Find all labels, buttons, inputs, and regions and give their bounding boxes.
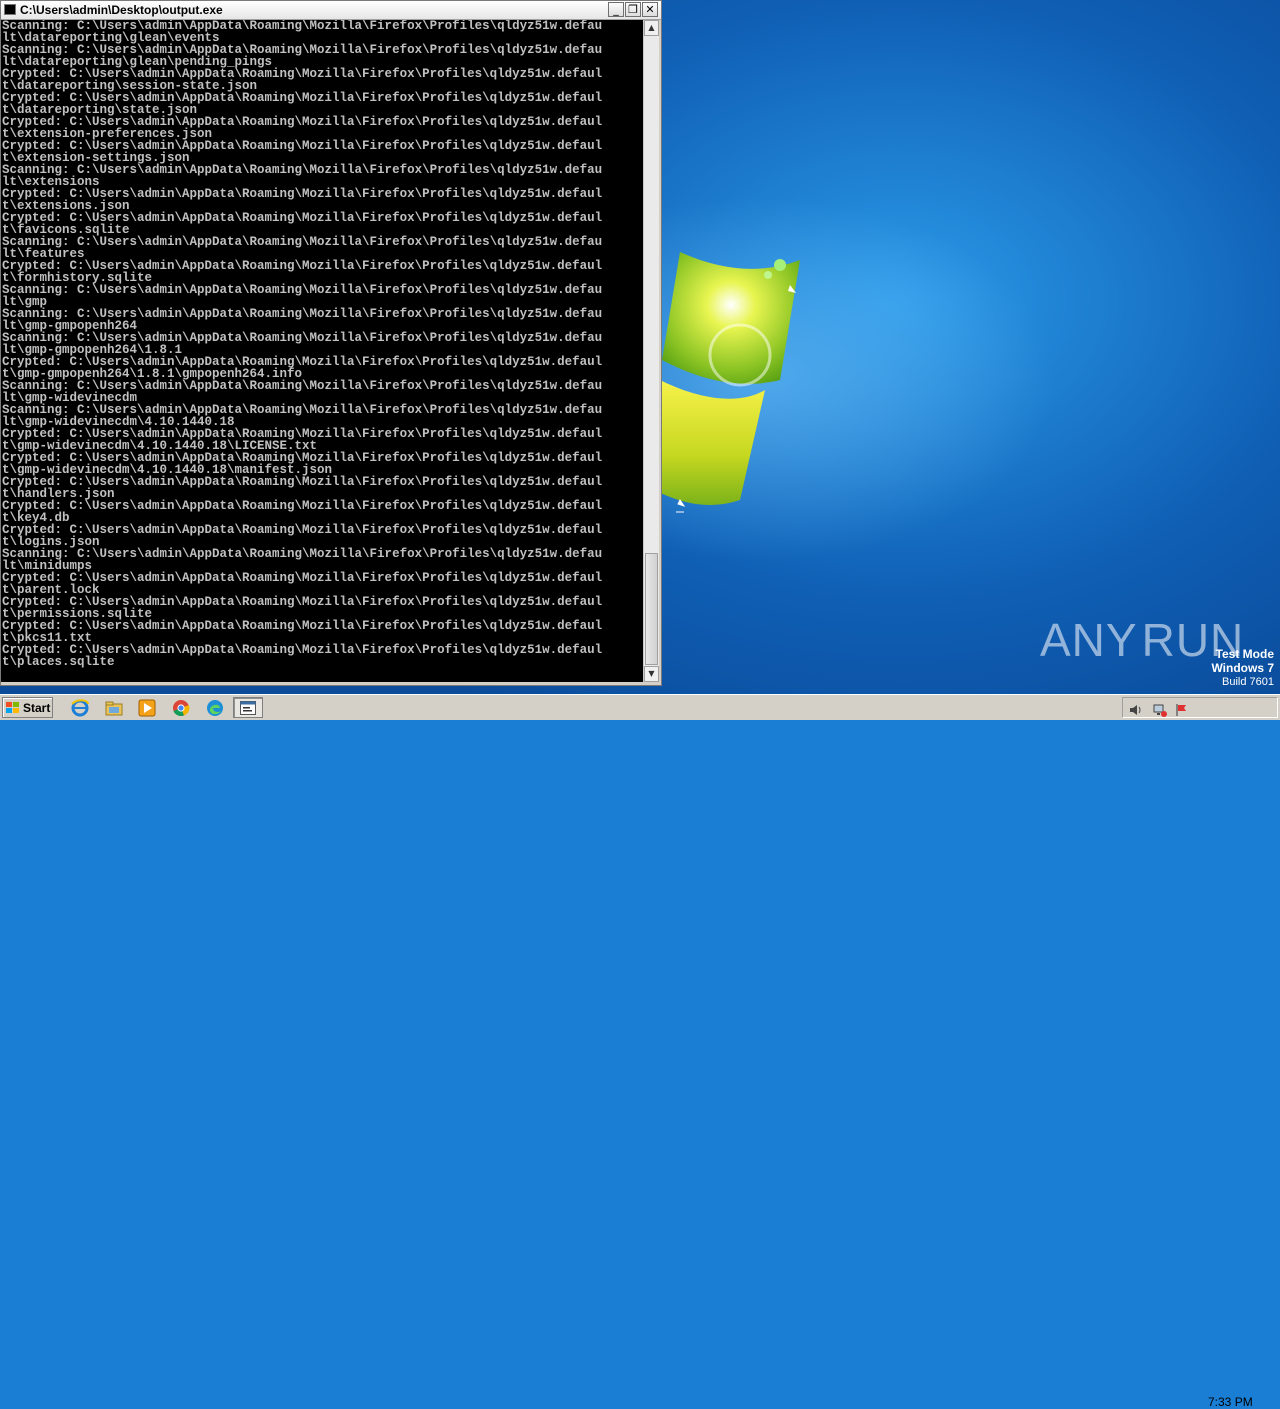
console-app-icon (240, 701, 256, 715)
console-output-text: Scanning: C:\Users\admin\AppData\Roaming… (1, 20, 643, 668)
window-titlebar[interactable]: C:\Users\admin\Desktop\output.exe _ ❐ ✕ (1, 1, 661, 20)
scroll-up-arrow[interactable]: ▲ (644, 20, 659, 36)
console-line: Scanning: C:\Users\admin\AppData\Roaming… (2, 235, 603, 249)
minimize-button[interactable]: _ (608, 2, 624, 17)
os-name-label: Windows 7 (1211, 661, 1274, 675)
start-button[interactable]: Start (2, 697, 53, 718)
explorer-folder-icon[interactable] (104, 698, 124, 718)
taskbar: Start 7:33 PM (0, 694, 1280, 1409)
console-line: Crypted: C:\Users\admin\AppData\Roaming\… (2, 499, 603, 513)
window-title: C:\Users\admin\Desktop\output.exe (20, 3, 223, 17)
vertical-scrollbar[interactable]: ▲ ▼ (643, 20, 659, 682)
taskbar-clock[interactable]: 7:33 PM (1208, 1395, 1253, 1409)
edge-icon[interactable] (205, 698, 225, 718)
windows-flag-icon (6, 701, 20, 714)
test-mode-notice: Test Mode Windows 7 Build 7601 (1211, 647, 1274, 689)
console-line: Scanning: C:\Users\admin\AppData\Roaming… (2, 547, 603, 561)
close-button[interactable]: ✕ (642, 2, 658, 17)
windows-wallpaper-logo (645, 252, 800, 513)
build-label: Build 7601 (1222, 676, 1274, 688)
test-mode-label: Test Mode (1215, 647, 1274, 661)
taskbar-console-button[interactable] (233, 697, 263, 718)
console-line: t\places.sqlite (2, 655, 115, 669)
ie-icon[interactable] (70, 698, 90, 718)
scrollbar-thumb[interactable] (645, 553, 658, 665)
console-output-area[interactable]: Scanning: C:\Users\admin\AppData\Roaming… (1, 20, 643, 682)
chrome-icon[interactable] (171, 698, 191, 718)
system-tray (1122, 697, 1278, 718)
console-window[interactable]: C:\Users\admin\Desktop\output.exe _ ❐ ✕ … (0, 0, 662, 686)
media-player-icon[interactable] (137, 698, 157, 718)
console-window-icon[interactable] (4, 4, 16, 15)
flag-icon[interactable] (1175, 703, 1189, 717)
watermark-brand-left: ANY (1040, 614, 1138, 666)
maximize-button[interactable]: ❐ (625, 2, 641, 17)
speaker-icon[interactable] (1129, 703, 1143, 717)
anyrun-watermark: ANY RUN (1040, 610, 1243, 670)
scroll-down-arrow[interactable]: ▼ (644, 666, 659, 682)
start-label: Start (23, 700, 51, 715)
console-line: Scanning: C:\Users\admin\AppData\Roaming… (2, 283, 603, 297)
network-icon[interactable] (1153, 703, 1167, 717)
console-line: Crypted: C:\Users\admin\AppData\Roaming\… (2, 619, 603, 633)
